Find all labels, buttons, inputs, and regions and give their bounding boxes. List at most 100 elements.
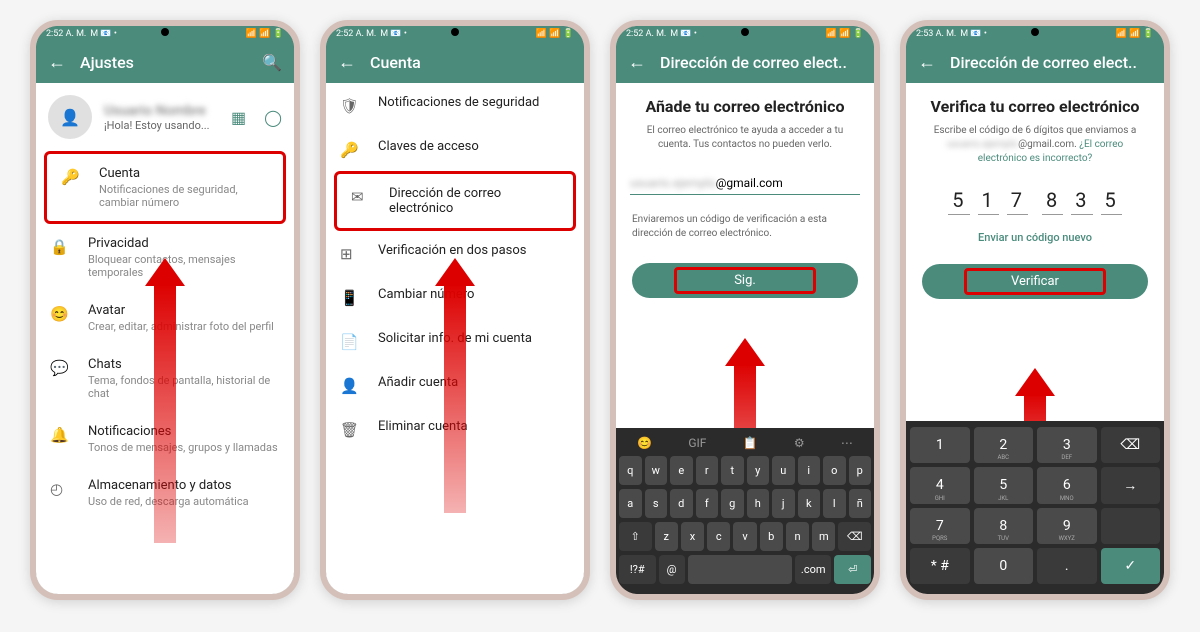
menu-item-email[interactable]: ✉ Dirección de correo electrónico: [334, 171, 576, 231]
search-icon[interactable]: 🔍: [262, 53, 282, 72]
verify-content: Verifica tu correo electrónico Escribe e…: [906, 83, 1164, 421]
trash-icon: 🗑: [340, 421, 360, 439]
key-dotcom[interactable]: .com: [795, 555, 832, 584]
back-arrow-icon[interactable]: ←: [338, 52, 356, 73]
key-g[interactable]: g: [721, 489, 744, 518]
settings-icon[interactable]: ⚙: [794, 436, 805, 450]
key-4[interactable]: 4GHI: [910, 467, 970, 504]
key-enye[interactable]: ñ: [849, 489, 872, 518]
camera-notch: [161, 28, 169, 36]
key-backspace[interactable]: ⌫: [838, 522, 871, 551]
key-q[interactable]: q: [619, 456, 642, 485]
key-z[interactable]: z: [655, 522, 678, 551]
menu-item-seguridad[interactable]: 🛡 Notificaciones de seguridad: [326, 83, 584, 127]
highlight-arrow-icon: [725, 338, 765, 366]
key-h[interactable]: h: [747, 489, 770, 518]
key-l[interactable]: l: [823, 489, 846, 518]
key-symbols[interactable]: * #: [910, 548, 970, 584]
key-dot[interactable]: .: [1037, 548, 1097, 584]
page-description: El correo electrónico te ayuda a acceder…: [616, 120, 874, 162]
key-a[interactable]: a: [619, 489, 642, 518]
key-space[interactable]: [688, 555, 792, 584]
key-j[interactable]: j: [772, 489, 795, 518]
key-i[interactable]: i: [798, 456, 821, 485]
phone-2-cuenta: 2:52 A. M. M 📧 • 📶 📶 🔋 ← Cuenta 🛡 Notifi…: [320, 20, 590, 600]
key-v[interactable]: v: [733, 522, 756, 551]
more-icon[interactable]: ⋯: [841, 436, 853, 450]
key-5[interactable]: 5JKL: [974, 467, 1034, 504]
qr-icon[interactable]: ▦: [231, 108, 246, 127]
emoji-icon[interactable]: 😊: [637, 436, 652, 450]
key-r[interactable]: r: [696, 456, 719, 485]
key-backspace[interactable]: ⌫: [1101, 427, 1161, 463]
key-y[interactable]: y: [747, 456, 770, 485]
keyboard-row-2: asdfghjklñ: [619, 489, 871, 518]
add-user-icon: 👤: [340, 377, 360, 395]
menu-item-claves[interactable]: 🔑 Claves de acceso: [326, 127, 584, 171]
clipboard-icon[interactable]: 📋: [743, 436, 758, 450]
back-arrow-icon[interactable]: ←: [628, 52, 646, 73]
key-n[interactable]: n: [786, 522, 809, 551]
next-button[interactable]: Sig.: [632, 263, 858, 298]
key-9[interactable]: 9WXYZ: [1037, 508, 1097, 544]
key-done[interactable]: ✓: [1101, 548, 1161, 584]
camera-notch: [451, 28, 459, 36]
phone-3-add-email: 2:52 A. M. M 📧 • 📶 📶 🔋 ← Dirección de co…: [610, 20, 880, 600]
key-next[interactable]: →: [1101, 467, 1161, 504]
profile-name: Usuario Nombre: [104, 103, 213, 119]
key-3[interactable]: 3DEF: [1037, 427, 1097, 463]
email-input[interactable]: usuario.ejemplo@gmail.com: [630, 172, 860, 195]
back-arrow-icon[interactable]: ←: [48, 52, 66, 73]
key-p[interactable]: p: [849, 456, 872, 485]
key-o[interactable]: o: [823, 456, 846, 485]
key-0[interactable]: 0: [974, 548, 1034, 584]
key-1[interactable]: 1: [910, 427, 970, 463]
code-input[interactable]: 5 1 7 8 3 5: [906, 176, 1164, 225]
page-description: Escribe el código de 6 dígitos que envia…: [906, 120, 1164, 176]
bell-icon: 🔔: [50, 426, 70, 444]
key-s[interactable]: s: [645, 489, 668, 518]
key-e[interactable]: e: [670, 456, 693, 485]
key-u[interactable]: u: [772, 456, 795, 485]
key-symbols[interactable]: !?#: [619, 555, 656, 584]
key-d[interactable]: d: [670, 489, 693, 518]
header-bar: ← Dirección de correo elect..: [906, 42, 1164, 83]
key-2[interactable]: 2ABC: [974, 427, 1034, 463]
key-7[interactable]: 7PQRS: [910, 508, 970, 544]
profile-row[interactable]: 👤 Usuario Nombre ¡Hola! Estoy usando... …: [36, 83, 294, 151]
profile-status: ¡Hola! Estoy usando...: [104, 119, 213, 132]
highlight-arrow-icon: [435, 258, 475, 286]
key-c[interactable]: c: [707, 522, 730, 551]
back-arrow-icon[interactable]: ←: [918, 52, 936, 73]
key-k[interactable]: k: [798, 489, 821, 518]
key-m[interactable]: m: [812, 522, 835, 551]
key-enter[interactable]: ⏎: [834, 555, 871, 584]
phone-1-ajustes: 2:52 A. M.M 📧 • 📶 📶 🔋 ← Ajustes 🔍 👤 Usua…: [30, 20, 300, 600]
key-icon: 🔑: [61, 168, 81, 186]
highlight-arrow-icon: [1015, 368, 1055, 396]
verify-note: Enviaremos un código de verificación a e…: [616, 205, 874, 249]
storage-icon: ◴: [50, 480, 70, 498]
verify-button[interactable]: Verificar: [922, 264, 1148, 299]
key-f[interactable]: f: [696, 489, 719, 518]
grid-icon: ⊞: [340, 245, 360, 263]
highlight-arrow-stem: [734, 363, 756, 428]
header-title: Dirección de correo elect..: [950, 53, 1152, 72]
key-shift[interactable]: ⇧: [619, 522, 652, 551]
key-w[interactable]: w: [645, 456, 668, 485]
key-b[interactable]: b: [760, 522, 783, 551]
key-6[interactable]: 6MNO: [1037, 467, 1097, 504]
gif-icon[interactable]: GIF: [688, 436, 706, 450]
highlight-arrow-stem: [1024, 393, 1046, 421]
email-blurred: usuario.ejemplo: [947, 139, 1018, 150]
menu-item-cuenta[interactable]: 🔑 Cuenta Notificaciones de seguridad, ca…: [44, 151, 286, 224]
status-circle-icon[interactable]: ◯: [264, 108, 282, 127]
key-8[interactable]: 8TUV: [974, 508, 1034, 544]
header-title: Ajustes: [80, 53, 248, 72]
avatar-icon: 😊: [50, 305, 70, 323]
key-at[interactable]: @: [659, 555, 685, 584]
key-t[interactable]: t: [721, 456, 744, 485]
button-highlight: [674, 267, 816, 294]
resend-code-link[interactable]: Enviar un código nuevo: [906, 225, 1164, 250]
key-x[interactable]: x: [681, 522, 704, 551]
